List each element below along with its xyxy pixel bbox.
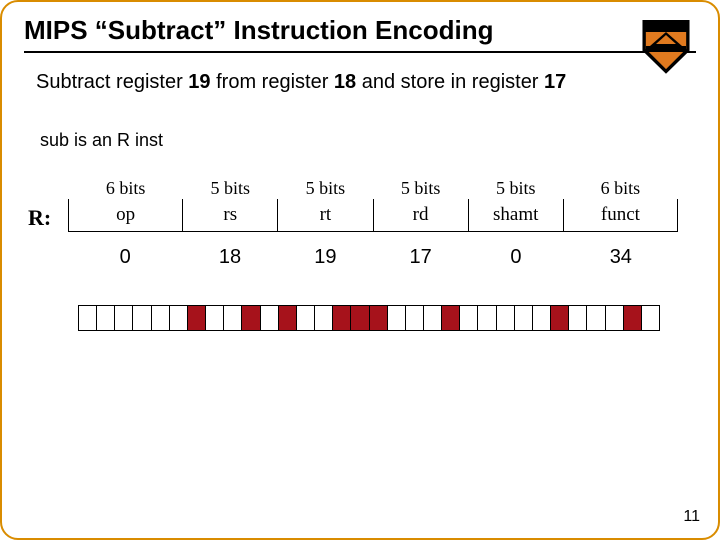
bit-cell [152, 306, 170, 330]
field-width-rd: 5 bits [373, 173, 468, 199]
bit-cell [606, 306, 624, 330]
bit-cell [569, 306, 587, 330]
bit-cell [206, 306, 224, 330]
bit-cell [642, 306, 659, 330]
bit-cell [224, 306, 242, 330]
bit-cell [460, 306, 478, 330]
field-width-op: 6 bits [69, 173, 183, 199]
field-width-rs: 5 bits [183, 173, 278, 199]
bit-cell [333, 306, 351, 330]
instruction-type-note: sub is an R inst [40, 130, 696, 151]
binary-bit-strip [78, 305, 660, 331]
field-value-rs: 18 [182, 246, 277, 269]
princeton-shield-icon [638, 20, 694, 76]
bit-cell [115, 306, 133, 330]
r-label: R: [28, 205, 51, 231]
expl-reg-18: 18 [334, 71, 356, 93]
expl-reg-19: 19 [188, 71, 210, 93]
bit-cell [587, 306, 605, 330]
bit-cell [533, 306, 551, 330]
page-number: 11 [683, 508, 700, 526]
field-value-funct: 34 [564, 246, 678, 269]
bit-cell [188, 306, 206, 330]
field-width-funct: 6 bits [563, 173, 677, 199]
bit-cell [442, 306, 460, 330]
bit-cell [242, 306, 260, 330]
field-width-shamt: 5 bits [468, 173, 563, 199]
slide-title: MIPS “Subtract” Instruction Encoding [24, 16, 696, 45]
expl-reg-17: 17 [544, 71, 566, 93]
field-name-rt: rt [278, 199, 373, 232]
instruction-explanation: Subtract register 19 from register 18 an… [36, 71, 696, 94]
bit-cell [515, 306, 533, 330]
bit-cell [478, 306, 496, 330]
bit-cell [170, 306, 188, 330]
bit-cell [388, 306, 406, 330]
field-name-rd: rd [373, 199, 468, 232]
bit-cell [261, 306, 279, 330]
field-value-op: 0 [68, 246, 182, 269]
field-width-rt: 5 bits [278, 173, 373, 199]
bit-cell [406, 306, 424, 330]
bit-cell [97, 306, 115, 330]
title-underline [24, 51, 696, 53]
bit-cell [351, 306, 369, 330]
field-value-rt: 19 [278, 246, 373, 269]
bit-cell [297, 306, 315, 330]
field-name-shamt: shamt [468, 199, 563, 232]
bit-cell [551, 306, 569, 330]
expl-text: and store in register [356, 71, 544, 93]
slide-frame: MIPS “Subtract” Instruction Encoding Sub… [0, 0, 720, 540]
field-name-funct: funct [563, 199, 677, 232]
bit-cell [424, 306, 442, 330]
field-value-shamt: 0 [468, 246, 563, 269]
bit-cell [624, 306, 642, 330]
field-value-rd: 17 [373, 246, 468, 269]
bit-cell [497, 306, 515, 330]
field-name-op: op [69, 199, 183, 232]
field-name-rs: rs [183, 199, 278, 232]
bit-cell [79, 306, 97, 330]
field-values-row: 0 18 19 17 0 34 [24, 246, 678, 269]
bit-cell [279, 306, 297, 330]
bit-cell [315, 306, 333, 330]
bit-cell [133, 306, 151, 330]
r-format-table: R: 6 bits 5 bits 5 bits 5 bits 5 bits 6 … [24, 173, 696, 232]
bit-cell [370, 306, 388, 330]
expl-text: from register [211, 71, 334, 93]
expl-text: Subtract register [36, 71, 188, 93]
